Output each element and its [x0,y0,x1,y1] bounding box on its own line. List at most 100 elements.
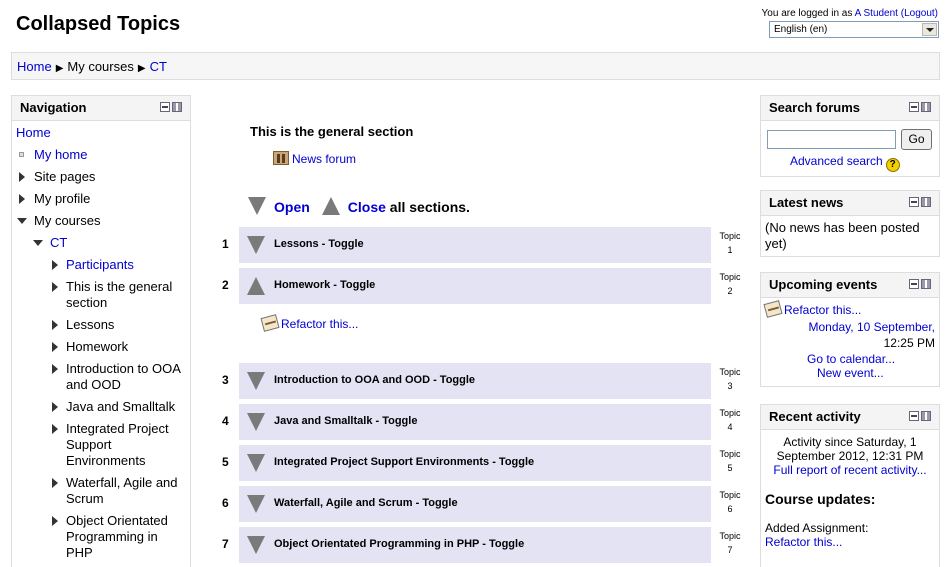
nav-item-site-pages[interactable]: Site pages [16,169,186,185]
forum-icon [273,151,289,165]
advanced-search-link[interactable]: Advanced search [790,154,883,168]
section-toggle[interactable]: Java and Smalltalk - Toggle [239,404,711,440]
section-toggle-label: Introduction to OOA and OOD - Toggle [274,374,476,386]
nav-item-oop-php[interactable]: Object Orientated Programming in PHP [16,513,186,561]
block-controls [909,102,931,113]
block-hide-icon[interactable] [160,102,170,112]
user-name-link[interactable]: A Student [855,8,898,19]
logout-link[interactable]: (Logout) [901,8,938,19]
full-report-link[interactable]: Full report of recent activity... [765,463,935,477]
news-forum-link[interactable]: News forum [292,152,356,166]
breadcrumb: Home ▶ My courses ▶ CT [11,52,940,80]
latest-news-title: Latest news [769,195,844,210]
news-forum-item[interactable]: News forum [273,151,356,166]
added-assignment-label: Added Assignment: [765,521,869,535]
section-number: 4 [222,414,229,428]
section-toggle[interactable]: Object Orientated Programming in PHP - T… [239,527,711,563]
block-hide-icon[interactable] [909,411,919,421]
nav-item-participants[interactable]: Participants [16,257,186,273]
expand-icon[interactable] [52,320,58,330]
close-all-icon[interactable] [321,197,340,215]
collapse-icon[interactable] [17,218,27,224]
recent-activity-title: Recent activity [769,409,861,424]
new-event-link[interactable]: New event... [817,366,884,380]
nav-item-waterfall[interactable]: Waterfall, Agile and Scrum [16,475,186,507]
expand-icon[interactable] [52,402,58,412]
event-title-link[interactable]: Refactor this... [784,303,861,317]
nav-course-link[interactable]: CT [50,235,67,250]
nav-my-profile-label: My profile [34,191,91,206]
search-input[interactable] [767,130,896,149]
refactor-link[interactable]: Refactor this... [281,317,358,331]
latest-news-header: Latest news [761,191,939,216]
chevron-down-icon[interactable] [922,23,937,36]
block-dock-icon[interactable] [921,102,931,112]
latest-news-block: Latest news (No news has been posted yet… [760,190,940,257]
nav-item-ooa-ood[interactable]: Introduction to OOA and OOD [16,361,186,393]
nav-section-label: Object Orientated Programming in PHP [66,513,168,560]
nav-my-home-link[interactable]: My home [34,147,87,162]
block-controls [909,197,931,208]
section-toggle[interactable]: Introduction to OOA and OOD - Toggle [239,363,711,399]
block-dock-icon[interactable] [172,102,182,112]
nav-item-general-section[interactable]: This is the general section [16,279,186,311]
section-toggle[interactable]: Integrated Project Support Environments … [239,445,711,481]
login-prefix: You are logged in as [761,8,855,19]
section-row: 3 Introduction to OOA and OOD - Toggle T… [200,363,752,399]
section-number: 2 [222,278,229,292]
nav-item-course[interactable]: CT [16,235,186,251]
block-hide-icon[interactable] [909,279,919,289]
block-hide-icon[interactable] [909,102,919,112]
go-to-calendar-link[interactable]: Go to calendar... [807,352,895,366]
section-number: 6 [222,496,229,510]
nav-item-lessons[interactable]: Lessons [16,317,186,333]
recent-activity-block: Recent activity Activity since Saturday,… [760,404,940,567]
open-all-icon[interactable] [248,197,266,215]
language-select[interactable]: English (en) [769,21,939,38]
nav-section-label: Lessons [66,317,115,332]
help-icon[interactable]: ? [885,158,900,172]
search-go-button[interactable]: Go [901,129,932,150]
close-all-link[interactable]: Close [348,199,386,215]
block-dock-icon[interactable] [921,411,931,421]
nav-section-label: Java and Smalltalk [66,399,176,414]
topic-side-label: Topic 2 [715,270,745,298]
breadcrumb-home[interactable]: Home [17,59,52,74]
nav-section-label: This is the general section [66,279,173,310]
assignment-item[interactable]: Refactor this... [260,314,358,332]
nav-item-homework[interactable]: Homework [16,339,186,355]
block-hide-icon[interactable] [909,197,919,207]
expand-icon[interactable] [52,282,58,292]
expand-icon[interactable] [52,478,58,488]
nav-home-link[interactable]: Home [16,125,51,140]
navigation-block-header: Navigation [12,96,190,121]
collapse-icon[interactable] [33,240,43,246]
block-dock-icon[interactable] [921,197,931,207]
expand-icon[interactable] [19,194,25,204]
nav-item-my-courses[interactable]: My courses [16,213,186,229]
event-date-link[interactable]: Monday, 10 September, [808,320,935,334]
section-toggle[interactable]: Lessons - Toggle [239,227,711,263]
assignment-link[interactable]: Refactor this... [765,535,935,549]
search-forums-title: Search forums [769,100,861,115]
event-item[interactable]: Refactor this... [763,300,861,318]
breadcrumb-course[interactable]: CT [150,59,167,74]
expand-icon[interactable] [19,172,25,182]
search-forums-header: Search forums [761,96,939,121]
topic-side-label: Topic 3 [715,365,745,393]
expand-icon[interactable] [52,260,58,270]
nav-item-ipse[interactable]: Integrated Project Support Environments [16,421,186,469]
nav-item-my-profile[interactable]: My profile [16,191,186,207]
expand-icon[interactable] [52,364,58,374]
block-dock-icon[interactable] [921,279,931,289]
section-toggle-label: Waterfall, Agile and Scrum - Toggle [274,497,458,509]
section-row: 5 Integrated Project Support Environment… [200,445,752,481]
expand-icon[interactable] [52,424,58,434]
expand-icon[interactable] [52,516,58,526]
section-toggle[interactable]: Waterfall, Agile and Scrum - Toggle [239,486,711,522]
section-toggle[interactable]: Homework - Toggle [239,268,711,304]
expand-icon[interactable] [52,342,58,352]
nav-item-java-smalltalk[interactable]: Java and Smalltalk [16,399,186,415]
nav-participants-link[interactable]: Participants [66,257,134,272]
open-all-link[interactable]: Open [274,199,310,215]
